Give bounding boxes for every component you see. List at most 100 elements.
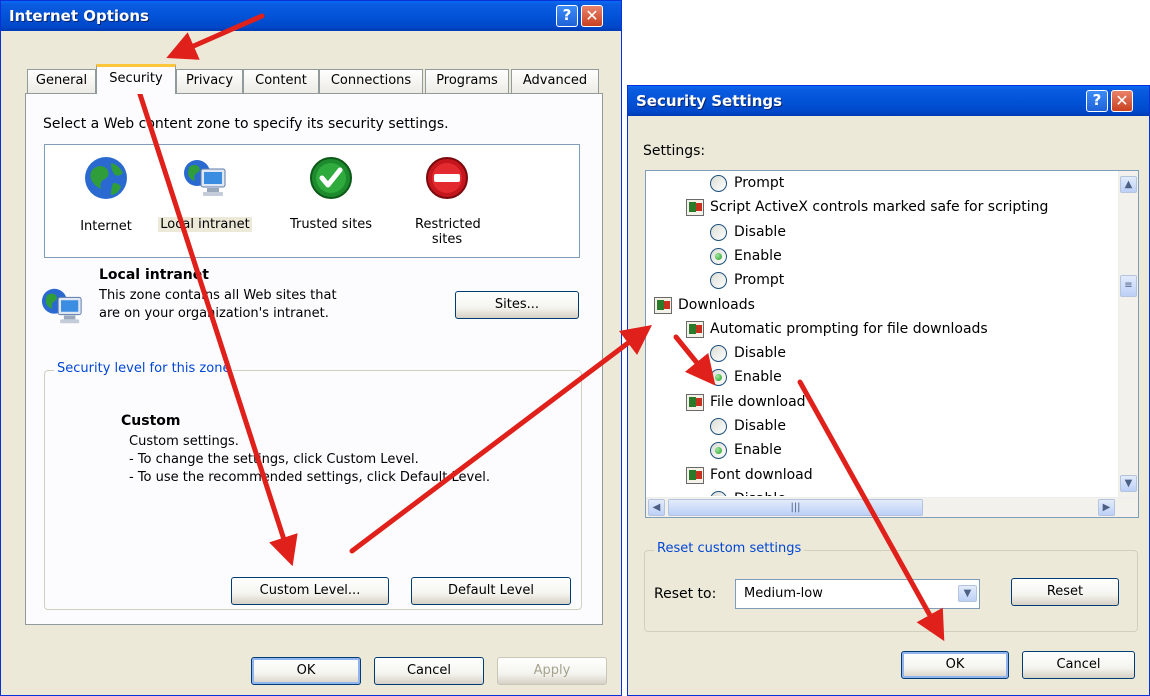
security-level-line2: - To change the settings, click Custom L…	[129, 452, 419, 467]
setting-label: Font download	[710, 466, 813, 483]
tab-label: General	[35, 73, 88, 88]
internet-options-title: Internet Options	[9, 7, 149, 25]
checkmark-icon	[310, 157, 352, 199]
reset-custom-settings-group: Reset custom settings Reset to: Medium-l…	[644, 541, 1138, 632]
tab-security[interactable]: Security	[96, 64, 176, 94]
radio-button[interactable]	[710, 345, 727, 363]
tab-content[interactable]: Content	[243, 69, 319, 93]
tab-advanced[interactable]: Advanced	[511, 69, 599, 93]
custom-level-button[interactable]: Custom Level...	[231, 577, 389, 605]
scroll-left-button[interactable]: ◀	[648, 499, 665, 516]
ok-button[interactable]: OK	[251, 657, 361, 685]
security-level-line3: - To use the recommended settings, click…	[129, 470, 490, 485]
security-level-group: Security level for this zone Custom Cust…	[44, 361, 582, 610]
internet-options-window: Internet Options ? ✕ General Security Pr…	[0, 0, 622, 696]
reset-to-label: Reset to:	[654, 586, 717, 602]
settings-label: Settings:	[643, 143, 706, 159]
radio-button[interactable]	[710, 175, 727, 192]
zone-label: Local intranet	[158, 217, 252, 232]
radio-button[interactable]	[710, 490, 727, 496]
settings-rows: Prompt Script ActiveX controls marked saf…	[646, 171, 1120, 496]
scroll-up-button[interactable]: ▲	[1120, 176, 1137, 193]
setting-label: Enable	[734, 369, 782, 386]
zone-prompt: Select a Web content zone to specify its…	[43, 116, 449, 132]
zone-list[interactable]: Internet Local intranet Trusted sites Re…	[44, 144, 580, 258]
security-level-group-label: Security level for this zone	[54, 361, 234, 376]
scroll-right-button[interactable]: ▶	[1098, 499, 1115, 516]
scroll-thumb[interactable]: ≡	[1120, 275, 1137, 297]
setting-icon	[686, 393, 704, 411]
reset-to-select[interactable]: Medium-low ▼	[735, 579, 980, 609]
zone-trusted-sites[interactable]: Trusted sites	[281, 155, 381, 245]
settings-list[interactable]: Prompt Script ActiveX controls marked saf…	[645, 170, 1139, 518]
reset-group-label: Reset custom settings	[654, 541, 805, 556]
ok-button[interactable]: OK	[901, 651, 1009, 679]
scroll-down-button[interactable]: ▼	[1120, 475, 1137, 492]
tab-programs[interactable]: Programs	[425, 69, 509, 93]
setting-icon	[686, 466, 704, 484]
setting-label: Disable	[734, 223, 786, 240]
tab-label: Content	[255, 73, 307, 88]
reset-to-value: Medium-low	[744, 586, 823, 601]
tab-label: Security	[109, 71, 163, 86]
zone-local-intranet[interactable]: Local intranet	[155, 155, 255, 245]
zone-label: Trusted sites	[289, 217, 373, 232]
selected-zone-description-line2: are on your organization's intranet.	[99, 306, 329, 321]
zone-internet[interactable]: Internet	[63, 155, 149, 245]
zone-restricted-sites[interactable]: Restricted sites	[397, 155, 497, 255]
setting-label: Disable	[734, 491, 786, 496]
security-settings-title: Security Settings	[636, 92, 783, 110]
category-icon	[654, 296, 672, 314]
no-entry-icon	[426, 157, 468, 199]
globe-icon	[85, 157, 127, 199]
setting-label: Prompt	[734, 175, 785, 191]
cancel-button[interactable]: Cancel	[1022, 651, 1135, 679]
sites-button[interactable]: Sites...	[455, 291, 579, 319]
chevron-down-icon[interactable]: ▼	[958, 585, 977, 602]
selected-zone-description-line1: This zone contains all Web sites that	[99, 288, 337, 303]
help-button[interactable]: ?	[556, 5, 578, 27]
internet-options-titlebar[interactable]: Internet Options	[1, 1, 621, 31]
scroll-horizontal-thumb[interactable]: |||	[668, 499, 923, 516]
setting-label: Prompt	[734, 272, 785, 289]
selected-zone-name: Local intranet	[99, 267, 209, 283]
tab-connections[interactable]: Connections	[319, 69, 423, 93]
close-button[interactable]: ✕	[581, 5, 603, 27]
security-level-name: Custom	[121, 413, 181, 429]
default-level-button[interactable]: Default Level	[411, 577, 571, 605]
tab-label: Advanced	[522, 73, 588, 88]
security-tab-panel: Select a Web content zone to specify its…	[25, 93, 603, 625]
radio-button[interactable]	[710, 442, 727, 460]
setting-label: Disable	[734, 418, 786, 434]
radio-button[interactable]	[710, 418, 727, 435]
vertical-scrollbar[interactable]: ▲ ≡ ▼	[1118, 171, 1138, 498]
radio-button[interactable]	[710, 369, 727, 387]
radio-button[interactable]	[710, 272, 727, 290]
tab-general[interactable]: General	[27, 69, 96, 93]
security-level-line1: Custom settings.	[129, 434, 239, 449]
setting-icon	[686, 320, 704, 338]
setting-icon	[686, 199, 704, 217]
tab-privacy[interactable]: Privacy	[176, 69, 243, 93]
setting-label: Downloads	[678, 296, 755, 313]
radio-button[interactable]	[710, 223, 727, 241]
security-settings-titlebar[interactable]: Security Settings	[628, 86, 1149, 116]
network-computer-icon	[41, 288, 82, 324]
close-button[interactable]: ✕	[1111, 90, 1133, 112]
tab-label: Privacy	[185, 73, 234, 88]
zone-label: Restricted sites	[415, 217, 481, 247]
horizontal-scrollbar[interactable]: ◀ ||| ▶	[646, 497, 1138, 517]
radio-button[interactable]	[710, 247, 727, 265]
help-button[interactable]: ?	[1086, 90, 1108, 112]
setting-label: Enable	[734, 442, 782, 459]
apply-button[interactable]: Apply	[497, 657, 607, 685]
network-computer-icon	[184, 160, 226, 196]
setting-label: Enable	[734, 247, 782, 264]
cancel-button[interactable]: Cancel	[374, 657, 484, 685]
security-settings-window: Security Settings ? ✕ Settings: Prompt Sc…	[627, 85, 1150, 696]
setting-label: Script ActiveX controls marked safe for …	[710, 199, 1049, 216]
tab-label: Connections	[330, 73, 412, 88]
setting-label: File download	[710, 393, 806, 410]
reset-button[interactable]: Reset	[1011, 578, 1119, 606]
zone-label: Internet	[80, 219, 132, 234]
